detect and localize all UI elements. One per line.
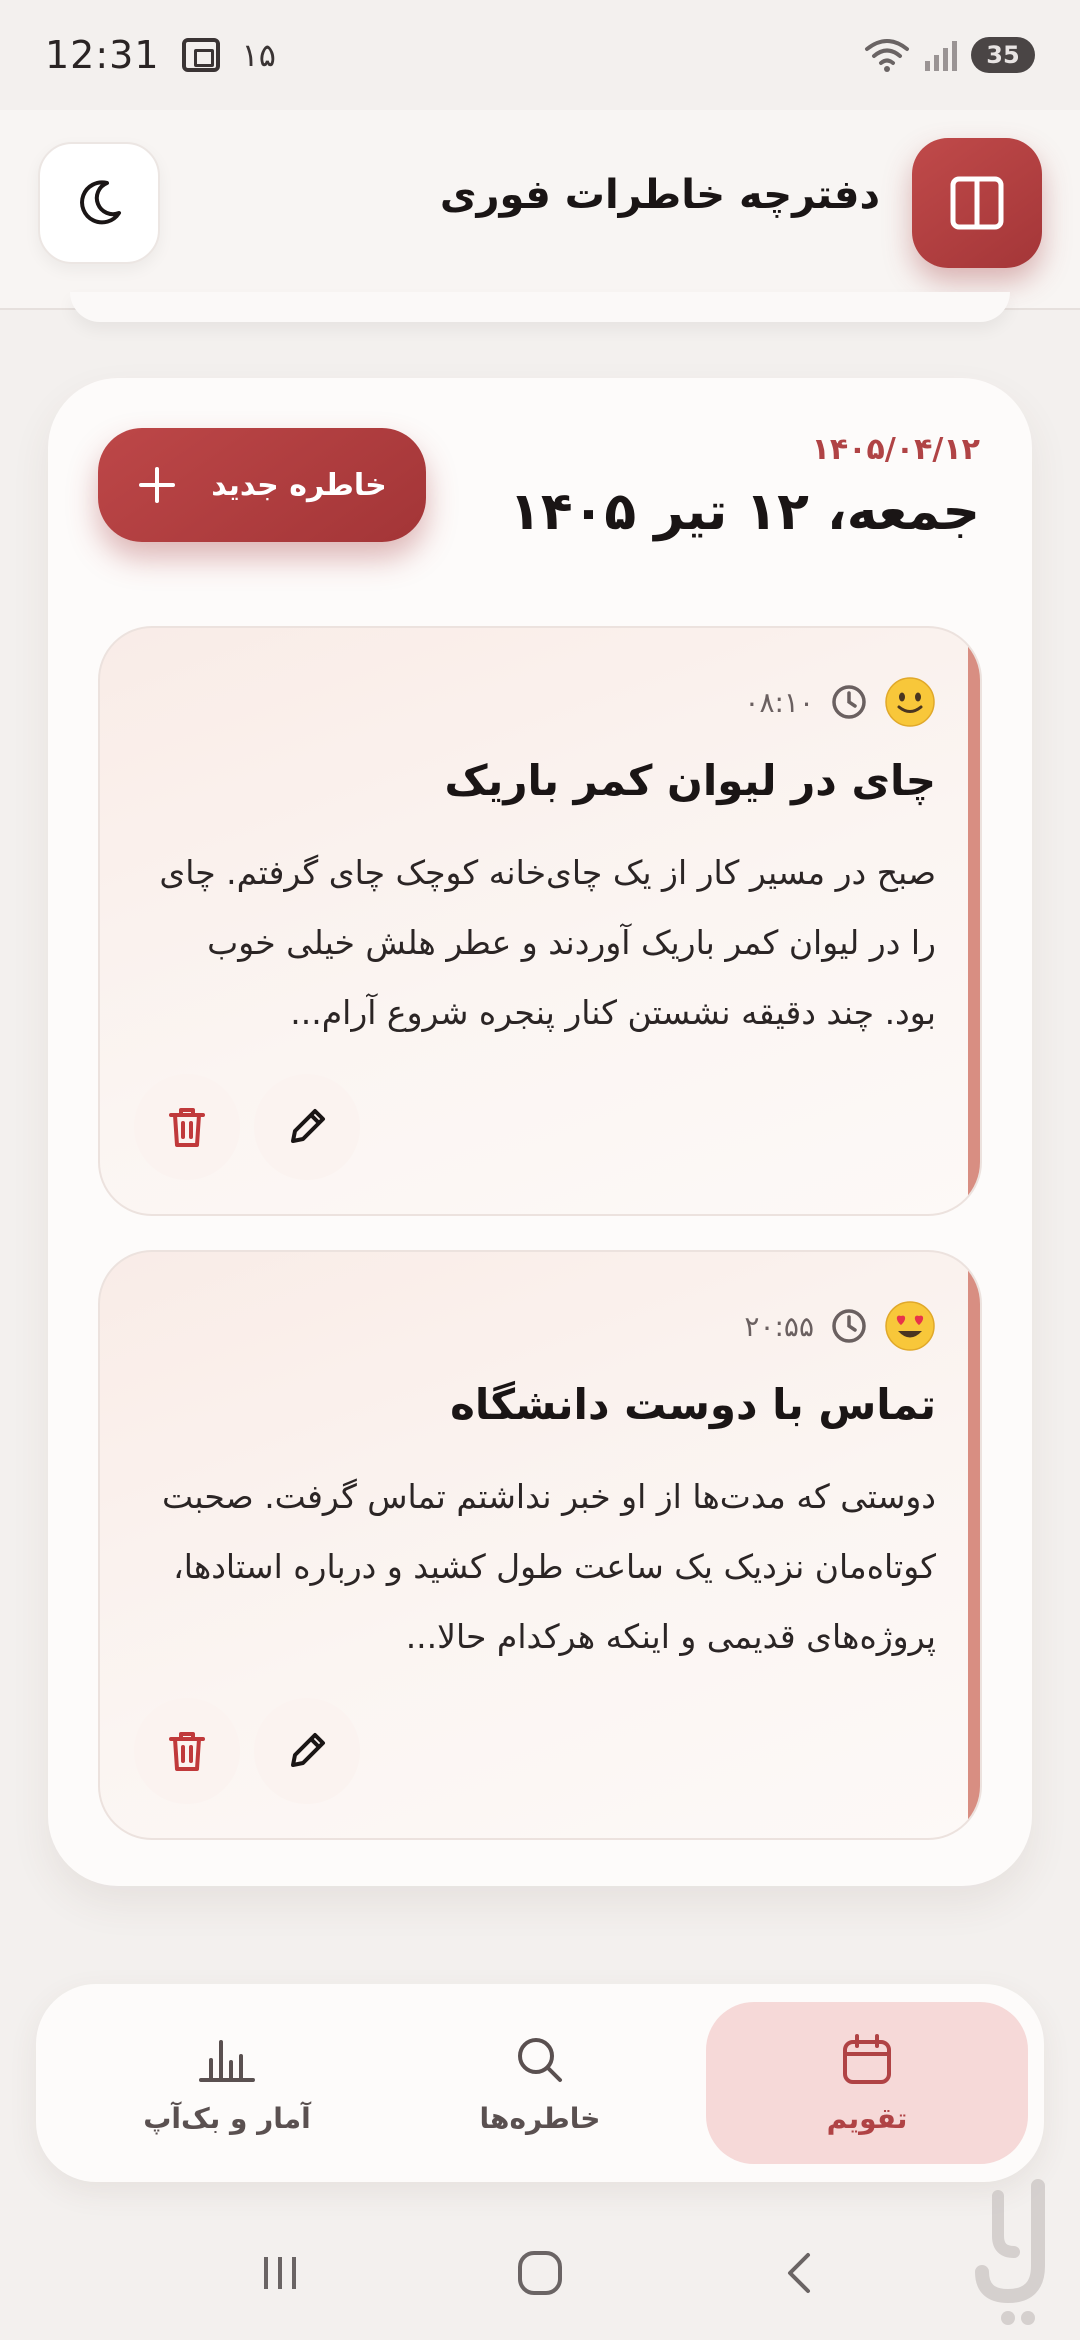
card-meta: ۰۸:۱۰: [744, 676, 936, 728]
nav-calendar[interactable]: تقویم: [706, 2002, 1028, 2164]
nav-memories[interactable]: خاطره‌ها: [379, 2002, 701, 2164]
status-bar: 12:31 ۱۵ 35: [0, 0, 1080, 110]
notification-count: ۱۵: [241, 36, 276, 74]
back-button[interactable]: [760, 2233, 840, 2313]
search-icon: [518, 2037, 562, 2082]
recent-apps-icon: [264, 2257, 296, 2289]
delete-memory-button[interactable]: [134, 1698, 240, 1804]
trash-icon: [169, 1108, 205, 1147]
card-meta: ۲۰:۵۵: [744, 1300, 936, 1352]
app-title: دفترچه خاطرات فوری: [439, 172, 880, 218]
nav-memories-label: خاطره‌ها: [479, 2101, 601, 2135]
bar-chart-icon: [199, 2039, 255, 2082]
new-memory-label: خاطره جدید: [211, 467, 387, 503]
memory-card[interactable]: ۲۰:۵۵ تماس با دوست دانشگاه دوستی که مدت‌…: [98, 1250, 982, 1840]
store-watermark-logo: [975, 2179, 1045, 2325]
day-panel: ۱۴۰۵/۰۴/۱۲ جمعه، ۱۲ تیر ۱۴۰۵ خاطره جدید: [48, 378, 1032, 1886]
new-memory-button[interactable]: خاطره جدید: [98, 428, 426, 542]
edit-memory-button[interactable]: [254, 1074, 360, 1180]
home-button[interactable]: [500, 2233, 580, 2313]
delete-memory-button[interactable]: [134, 1074, 240, 1180]
signal-icon: [925, 41, 957, 71]
pencil-icon: [291, 1109, 325, 1143]
memory-time: ۲۰:۵۵: [744, 1309, 814, 1343]
day-date-short: ۱۴۰۵/۰۴/۱۲: [811, 432, 980, 467]
memory-excerpt: صبح در مسیر کار از یک چای‌خانه کوچک چای …: [159, 853, 936, 1032]
clock-icon: [832, 1309, 866, 1343]
trash-icon: [169, 1732, 205, 1771]
back-icon: [788, 2253, 810, 2293]
app-header: دفترچه خاطرات فوری: [0, 110, 1080, 310]
app-screen: 12:31 ۱۵ 35 دفترچه خاطرات فوری ۱۴۰۵/۰۴/۱…: [0, 0, 1080, 2340]
book-icon: [950, 176, 1004, 230]
memory-card[interactable]: ۰۸:۱۰ چای در لیوان کمر باریک صبح در مسیر…: [98, 626, 982, 1216]
screenshot-icon: [181, 38, 220, 72]
moon-icon: [80, 180, 121, 225]
calendar-icon: [843, 2033, 891, 2084]
wifi-icon: [865, 39, 909, 72]
nav-stats-backup[interactable]: آمار و بک‌آپ: [66, 2002, 388, 2164]
previous-day-card-edge: [70, 292, 1010, 322]
recent-apps-button[interactable]: [240, 2233, 320, 2313]
nav-calendar-label: تقویم: [826, 2101, 908, 2135]
plus-icon: [139, 467, 176, 503]
dark-mode-toggle[interactable]: [38, 142, 160, 264]
memory-title: چای در لیوان کمر باریک: [444, 756, 936, 805]
status-right: 35: [863, 37, 1035, 73]
clock-icon: [832, 685, 866, 719]
status-time: 12:31: [45, 33, 160, 77]
memory-excerpt: دوستی که مدت‌ها از او خبر نداشتم تماس گر…: [162, 1477, 936, 1656]
day-title: جمعه، ۱۲ تیر ۱۴۰۵: [509, 482, 980, 542]
memory-time: ۰۸:۱۰: [744, 685, 814, 719]
bottom-nav: تقویم خاطره‌ها آمار و بک‌آپ: [36, 1984, 1044, 2182]
system-nav-bar: [0, 2206, 1080, 2340]
app-logo: [912, 138, 1042, 268]
slightly-smiling-emoji-icon: [885, 677, 935, 727]
battery-indicator: 35: [971, 37, 1035, 73]
pencil-icon: [291, 1733, 325, 1767]
home-icon: [518, 2251, 562, 2295]
edit-memory-button[interactable]: [254, 1698, 360, 1804]
nav-stats-label: آمار و بک‌آپ: [143, 2101, 311, 2135]
memory-title: تماس با دوست دانشگاه: [450, 1380, 936, 1429]
status-left: 12:31 ۱۵: [45, 33, 276, 77]
heart-eyes-emoji-icon: [885, 1301, 935, 1351]
